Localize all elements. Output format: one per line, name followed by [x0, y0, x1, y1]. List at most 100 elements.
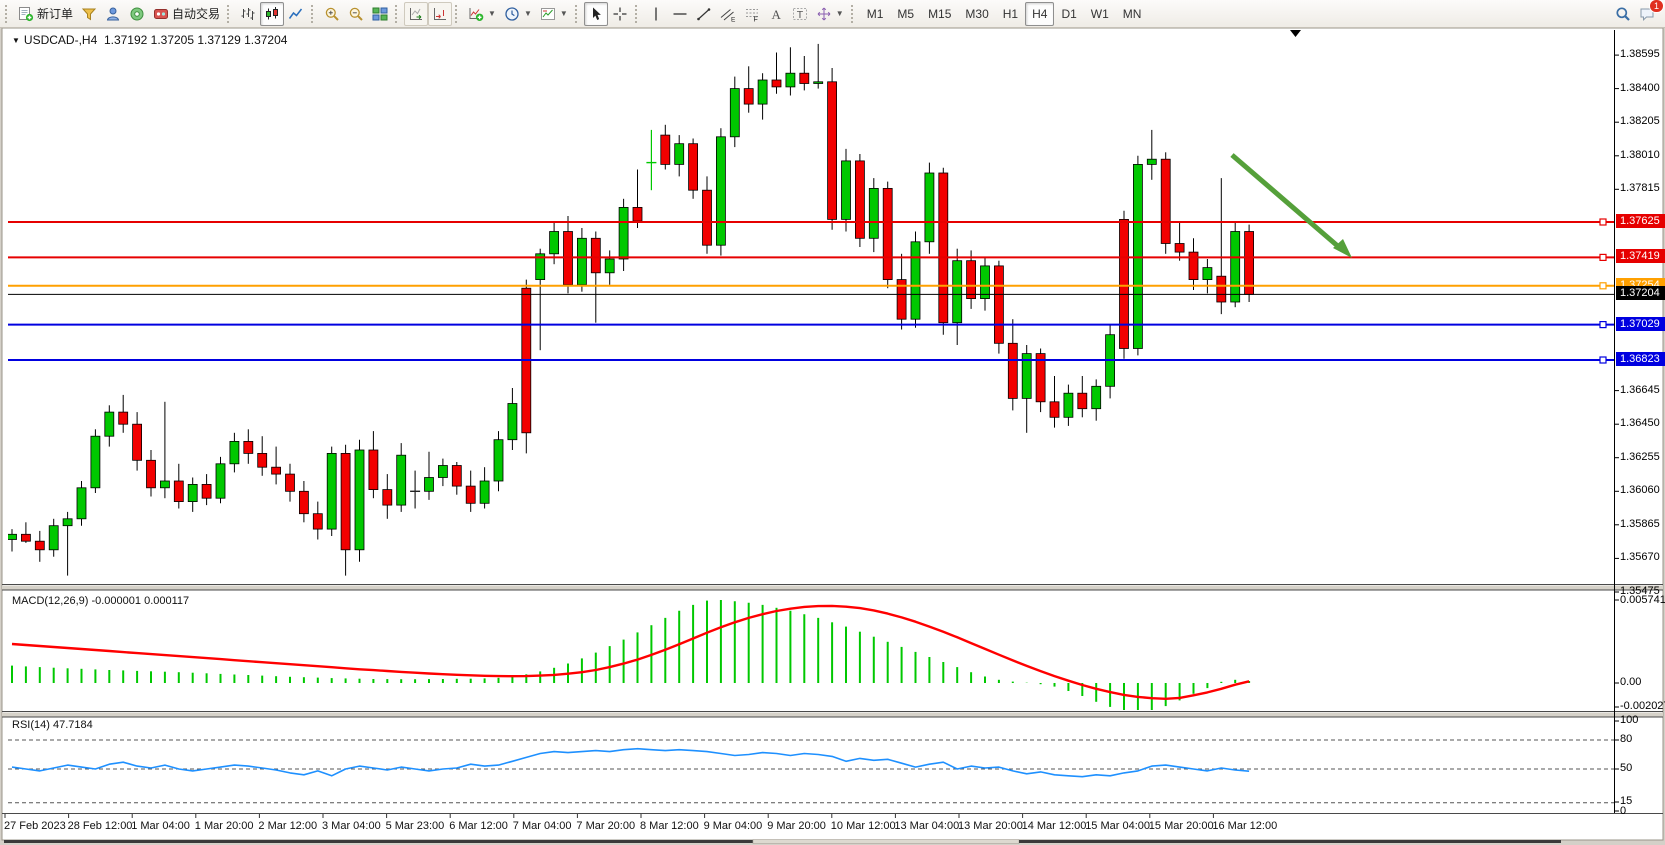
templates-button[interactable]: ▼	[536, 2, 572, 26]
new-order-button[interactable]: 新订单	[14, 2, 77, 26]
time-axis-label[interactable]: 15 Mar 20:00	[1149, 820, 1214, 832]
zoom-in-button[interactable]	[320, 2, 344, 26]
tf-h1-button[interactable]: H1	[996, 2, 1025, 26]
cursor-button[interactable]	[584, 2, 608, 26]
market-watch-button[interactable]	[77, 2, 101, 26]
chevron-down-icon[interactable]: ▼	[524, 9, 532, 18]
tf-m5-button[interactable]: M5	[890, 2, 921, 26]
bull-candle	[1203, 268, 1212, 280]
search-button[interactable]	[1611, 2, 1635, 26]
profile-button[interactable]	[101, 2, 125, 26]
text-button[interactable]: A	[764, 2, 788, 26]
fibonacci-button[interactable]: F	[740, 2, 764, 26]
current-price-label: 1.37204	[1616, 286, 1665, 300]
crosshair-button[interactable]	[608, 2, 632, 26]
tf-h4-button[interactable]: H4	[1025, 2, 1054, 26]
vertical-line-button[interactable]	[644, 2, 668, 26]
bull-candle	[508, 404, 517, 440]
time-axis-label[interactable]: 7 Mar 04:00	[513, 820, 572, 832]
bull-candle	[814, 82, 823, 84]
autoscroll-icon	[408, 6, 424, 22]
chart-shift-button[interactable]	[428, 2, 452, 26]
h-scrollbar-track[interactable]	[4, 840, 753, 843]
tf-d1-button[interactable]: D1	[1054, 2, 1083, 26]
candle-chart-button[interactable]	[260, 2, 284, 26]
time-axis-label[interactable]: 10 Mar 12:00	[831, 820, 896, 832]
tile-windows-button[interactable]	[368, 2, 392, 26]
h-scrollbar-thumb[interactable]	[753, 840, 1019, 844]
time-axis-label[interactable]: 16 Mar 12:00	[1212, 820, 1277, 832]
equidistant-channel-button[interactable]: E	[716, 2, 740, 26]
bull-candle	[105, 412, 114, 436]
price-tick-label: 1.35865	[1620, 518, 1660, 530]
time-axis-label[interactable]: 14 Mar 12:00	[1022, 820, 1087, 832]
time-axis-label[interactable]: 28 Feb 12:00	[68, 820, 133, 832]
price-tick-label: 1.35670	[1620, 551, 1660, 563]
bear-candle	[591, 238, 600, 272]
main-toolbar: 新订单 自动交易 ▼ ▼ ▼ EFAT ▼ M1M5M15M30H1H4D1W1MN 1	[0, 0, 1665, 28]
time-axis-label[interactable]: 9 Mar 20:00	[767, 820, 826, 832]
bear-candle	[174, 481, 183, 502]
bull-candle	[8, 534, 17, 539]
time-axis-label[interactable]: 6 Mar 12:00	[449, 820, 508, 832]
chevron-down-icon[interactable]: ▼	[560, 9, 568, 18]
bear-candle	[133, 424, 142, 460]
auto-trading-button-label: 自动交易	[172, 5, 220, 22]
periods-button[interactable]: ▼	[500, 2, 536, 26]
zoom-out-button[interactable]	[344, 2, 368, 26]
bear-candle	[21, 534, 30, 541]
time-axis-label[interactable]: 7 Mar 20:00	[576, 820, 635, 832]
trend-line-button[interactable]	[692, 2, 716, 26]
bear-candle	[313, 514, 322, 529]
auto-scroll-button[interactable]	[404, 2, 428, 26]
tf-mn-button[interactable]: MN	[1116, 2, 1149, 26]
tf-w1-button[interactable]: W1	[1084, 2, 1116, 26]
h-scrollbar-track[interactable]	[1019, 840, 1561, 843]
macd-axis-label: 0.005741	[1620, 594, 1665, 606]
chevron-down-icon[interactable]: ▼	[488, 9, 496, 18]
bull-candle	[925, 173, 934, 242]
tf-m1-button[interactable]: M1	[860, 2, 891, 26]
horizontal-line-button[interactable]	[668, 2, 692, 26]
price-tick-label: 1.36060	[1620, 484, 1660, 496]
tf-m15-button[interactable]: M15	[921, 2, 958, 26]
symbol-dropdown-icon[interactable]: ▼	[12, 36, 20, 45]
arrows-button[interactable]: ▼	[812, 2, 848, 26]
clock-icon	[504, 6, 520, 22]
time-axis-label[interactable]: 3 Mar 04:00	[322, 820, 381, 832]
new-order-button-label: 新订单	[37, 5, 73, 22]
trendline-icon	[696, 6, 712, 22]
price-tick-label: 1.38010	[1620, 149, 1660, 161]
bear-candle	[1008, 343, 1017, 398]
bull-candle	[716, 137, 725, 245]
time-axis-label[interactable]: 13 Mar 04:00	[894, 820, 959, 832]
chat-button[interactable]: 1	[1635, 2, 1659, 26]
text-label-button[interactable]: T	[788, 2, 812, 26]
time-axis-label[interactable]: 13 Mar 20:00	[958, 820, 1023, 832]
auto-trading-button[interactable]: 自动交易	[149, 2, 224, 26]
line-chart-button[interactable]	[284, 2, 308, 26]
time-axis-label[interactable]: 9 Mar 04:00	[704, 820, 763, 832]
macd-axis-label: -0.002027	[1620, 700, 1665, 712]
chevron-down-icon[interactable]: ▼	[836, 9, 844, 18]
time-axis-label[interactable]: 15 Mar 04:00	[1085, 820, 1150, 832]
indicators-button[interactable]: ▼	[464, 2, 500, 26]
bull-candle	[550, 232, 559, 254]
signals-button[interactable]	[125, 2, 149, 26]
chart-surface	[0, 0, 1665, 845]
time-axis-label[interactable]: 1 Mar 04:00	[131, 820, 190, 832]
time-axis-label[interactable]: 2 Mar 12:00	[258, 820, 317, 832]
bull-candle	[1147, 159, 1156, 164]
label-t-icon: T	[792, 6, 808, 22]
line-anchor-handle	[1600, 283, 1606, 289]
time-axis-label[interactable]: 5 Mar 23:00	[386, 820, 445, 832]
tf-m30-button[interactable]: M30	[958, 2, 995, 26]
price-tick-label: 1.36645	[1620, 384, 1660, 396]
time-axis-label[interactable]: 27 Feb 2023	[4, 820, 66, 832]
bar-chart-button[interactable]	[236, 2, 260, 26]
bear-candle	[369, 450, 378, 490]
bear-candle	[661, 135, 670, 164]
zoom-in-icon	[324, 6, 340, 22]
time-axis-label[interactable]: 1 Mar 20:00	[195, 820, 254, 832]
time-axis-label[interactable]: 8 Mar 12:00	[640, 820, 699, 832]
